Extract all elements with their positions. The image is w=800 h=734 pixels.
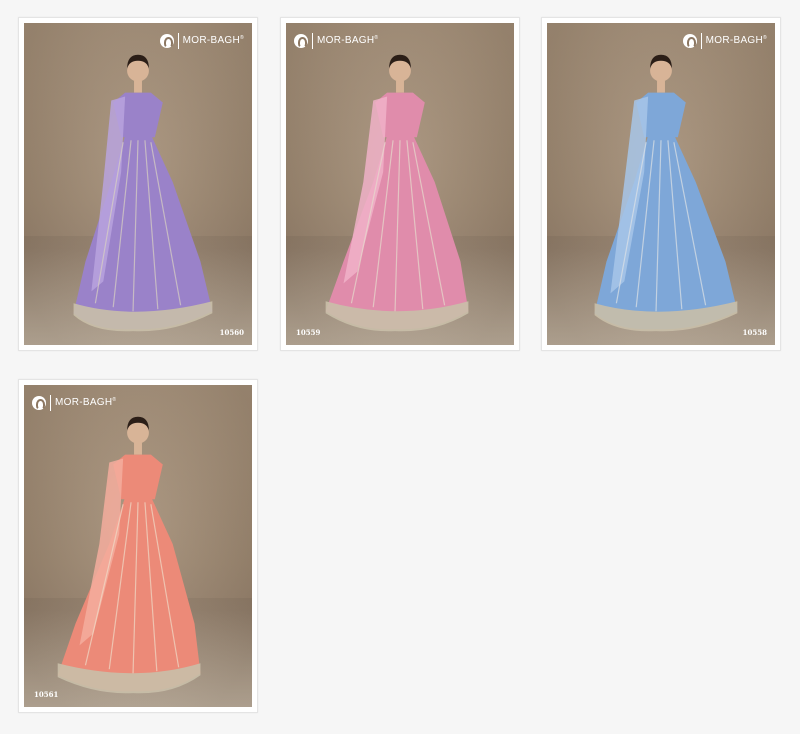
gown-skirt: [73, 132, 213, 330]
product-image[interactable]: MOR-BAGH® 10558: [547, 23, 775, 345]
peacock-logo-icon: [159, 34, 174, 48]
product-card[interactable]: MOR-BAGH® 10561: [18, 379, 258, 713]
registered-mark: ®: [374, 35, 379, 41]
logo-divider: [312, 33, 313, 49]
model-neck: [134, 80, 142, 93]
model-gown-figure: [325, 54, 469, 332]
brand-logo: MOR-BAGH®: [682, 33, 767, 49]
registered-mark: ®: [763, 35, 767, 41]
product-code: 10559: [296, 328, 321, 337]
brand-name: MOR-BAGH: [182, 35, 241, 46]
product-card[interactable]: MOR-BAGH® 10560: [18, 17, 258, 351]
model-neck: [396, 80, 404, 93]
peacock-logo-icon: [294, 34, 308, 48]
product-code: 10560: [219, 328, 244, 337]
product-image[interactable]: MOR-BAGH® 10561: [24, 385, 252, 707]
peacock-logo-icon: [32, 396, 46, 410]
gown-shape: [594, 54, 738, 332]
model-gown-figure: [594, 54, 738, 332]
product-image[interactable]: MOR-BAGH® 10559: [286, 23, 514, 345]
model-gown-figure: [57, 416, 201, 694]
product-card[interactable]: MOR-BAGH® 10559: [280, 17, 520, 351]
logo-divider: [700, 33, 702, 49]
logo-divider: [50, 395, 51, 411]
logo-divider: [177, 33, 179, 49]
model-gown-figure: [73, 54, 213, 332]
gown-shape: [57, 416, 201, 694]
brand-logo: MOR-BAGH®: [294, 33, 378, 49]
product-image[interactable]: MOR-BAGH® 10560: [24, 23, 252, 345]
brand-name: MOR-BAGH: [55, 397, 113, 408]
product-code: 10558: [742, 328, 767, 337]
gown-shape: [73, 54, 213, 332]
gown-skirt: [594, 132, 738, 330]
product-card[interactable]: MOR-BAGH® 10558: [541, 17, 781, 351]
brand-name: MOR-BAGH: [705, 35, 764, 46]
registered-mark: ®: [112, 397, 117, 403]
model-neck: [134, 442, 142, 455]
brand-logo: MOR-BAGH®: [32, 395, 116, 411]
model-neck: [657, 80, 665, 93]
gown-skirt: [57, 494, 201, 692]
gown-shape: [325, 54, 469, 332]
brand-logo: MOR-BAGH®: [159, 33, 244, 49]
peacock-logo-icon: [682, 34, 697, 48]
product-code: 10561: [34, 690, 59, 699]
brand-name: MOR-BAGH: [317, 35, 375, 46]
registered-mark: ®: [240, 35, 244, 41]
